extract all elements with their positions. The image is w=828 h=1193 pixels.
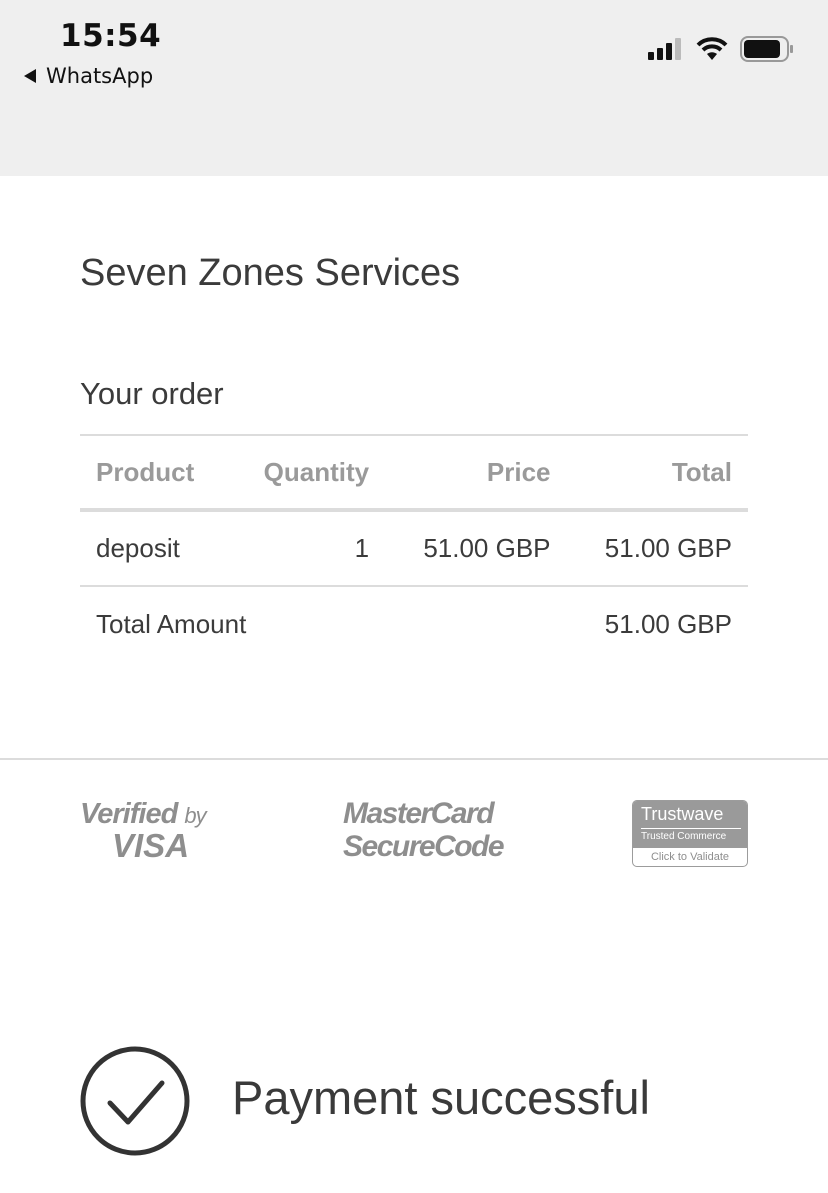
item-price: 51.00 GBP: [385, 510, 567, 587]
item-total: 51.00 GBP: [566, 510, 748, 587]
verified-by-visa-logo: Verified by VISA: [80, 798, 207, 864]
status-bar: 15:54 WhatsApp: [0, 0, 828, 176]
wifi-icon: [696, 37, 728, 60]
header-total: Total: [566, 434, 748, 512]
mastercard-securecode-logo: MasterCard SecureCode: [343, 797, 505, 863]
back-app-label: WhatsApp: [46, 64, 154, 88]
total-amount-label: Total Amount: [96, 609, 247, 639]
trustwave-seal[interactable]: Trustwave Trusted Commerce Click to Vali…: [632, 800, 748, 867]
order-table: Product Quantity Price Total deposit 1 5…: [80, 434, 748, 662]
status-icons: [648, 36, 794, 62]
header-product: Product: [80, 434, 229, 512]
signal-icon: [648, 38, 681, 60]
total-row: Total Amount 51.00 GBP: [80, 586, 748, 662]
trustwave-sub: Trusted Commerce: [641, 828, 741, 842]
merchant-name: Seven Zones Services: [80, 252, 461, 294]
total-amount-value: 51.00 GBP: [604, 609, 732, 639]
order-table-header: Product Quantity Price Total: [80, 434, 748, 512]
trustwave-validate: Click to Validate: [650, 851, 730, 863]
battery-icon: [740, 36, 793, 62]
header-quantity: Quantity: [228, 434, 386, 512]
status-time: 15:54: [60, 18, 162, 54]
back-to-app-link[interactable]: WhatsApp: [24, 64, 153, 88]
payment-success-message: Payment successful: [232, 1071, 650, 1124]
order-title: Your order: [80, 376, 224, 411]
back-triangle-icon: [24, 69, 36, 83]
checkmark-circle-icon: [80, 1046, 190, 1156]
header-price: Price: [385, 434, 567, 512]
item-quantity: 1: [228, 510, 386, 587]
item-product: deposit: [80, 510, 229, 587]
trustwave-name: Trustwave: [641, 804, 724, 824]
section-divider: [0, 758, 828, 760]
table-row: deposit 1 51.00 GBP 51.00 GBP: [80, 510, 748, 587]
